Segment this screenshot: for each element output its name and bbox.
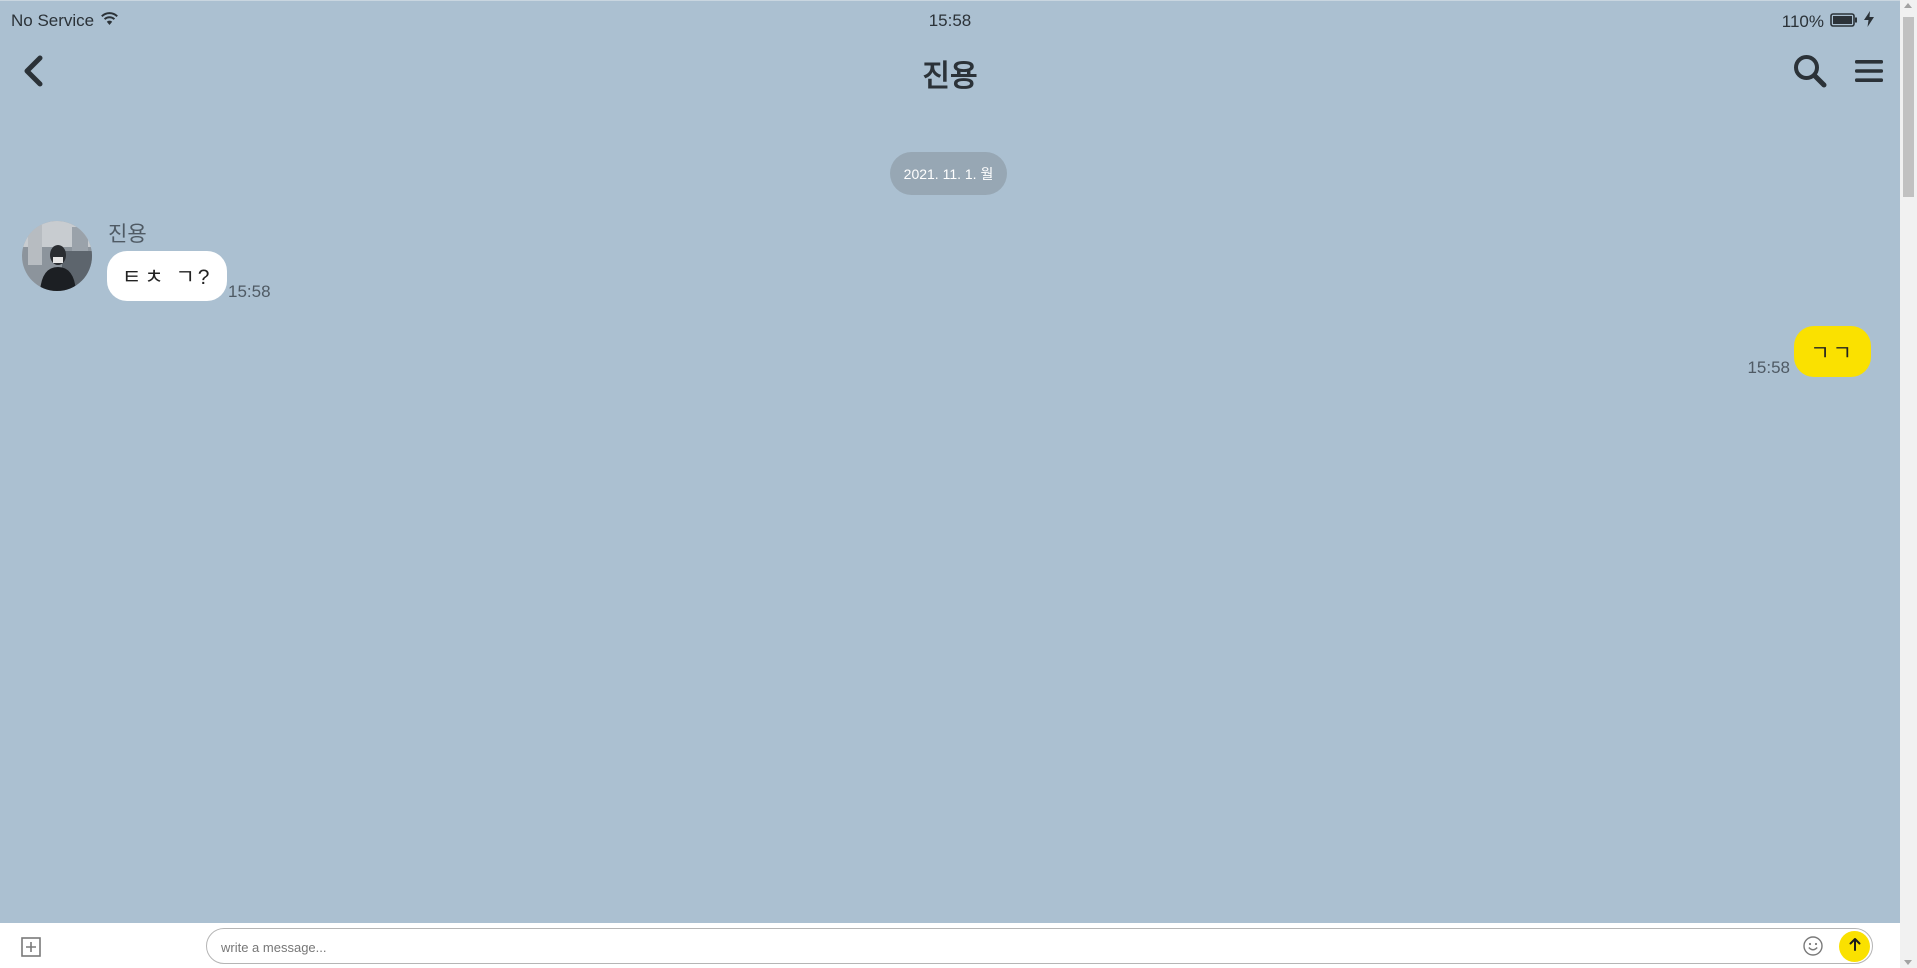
- search-icon: [1792, 55, 1828, 93]
- message-composer: [0, 923, 1900, 968]
- date-divider: 2021. 11. 1. 월: [890, 152, 1007, 195]
- message-input-wrapper: [206, 928, 1873, 965]
- message-input[interactable]: [219, 929, 1793, 965]
- chat-title: 진용: [922, 60, 978, 93]
- outgoing-message-bubble[interactable]: ㄱㄱ: [1794, 326, 1871, 377]
- status-bar: No Service 15:58 110%: [0, 1, 1900, 39]
- scroll-up-arrow[interactable]: [1904, 3, 1912, 8]
- incoming-message-time: 15:58: [228, 282, 271, 301]
- emoji-icon: [1802, 936, 1824, 961]
- avatar[interactable]: [22, 221, 92, 291]
- add-square-icon: [20, 937, 42, 962]
- sender-name: 진용: [108, 223, 147, 246]
- avatar-photo: [22, 221, 92, 291]
- chevron-left-icon: [18, 55, 50, 93]
- back-button[interactable]: [18, 53, 50, 89]
- chat-window: No Service 15:58 110% 진용 2021. 11. 1. 월 …: [0, 0, 1900, 968]
- outgoing-message-time: 15:58: [1747, 358, 1790, 377]
- scrollbar[interactable]: [1900, 0, 1917, 968]
- add-attachment-button[interactable]: [20, 936, 42, 958]
- status-time: 15:58: [928, 11, 972, 30]
- chat-header: 진용: [0, 39, 1900, 103]
- hamburger-menu-icon: [1852, 60, 1886, 93]
- incoming-message-bubble[interactable]: ㅌㅊ ㄱ?: [107, 251, 228, 301]
- battery-icon: [1830, 12, 1858, 32]
- send-arrow-icon: [1847, 936, 1863, 957]
- menu-button[interactable]: [1852, 53, 1886, 89]
- search-button[interactable]: [1792, 53, 1828, 89]
- battery-percent: 110%: [1781, 11, 1824, 31]
- charging-bolt-icon: [1864, 11, 1874, 32]
- emoji-button[interactable]: [1802, 935, 1824, 957]
- send-button[interactable]: [1839, 931, 1870, 962]
- scrollbar-thumb[interactable]: [1903, 17, 1914, 197]
- status-right: 110%: [1782, 11, 1874, 32]
- scroll-down-arrow[interactable]: [1904, 960, 1912, 965]
